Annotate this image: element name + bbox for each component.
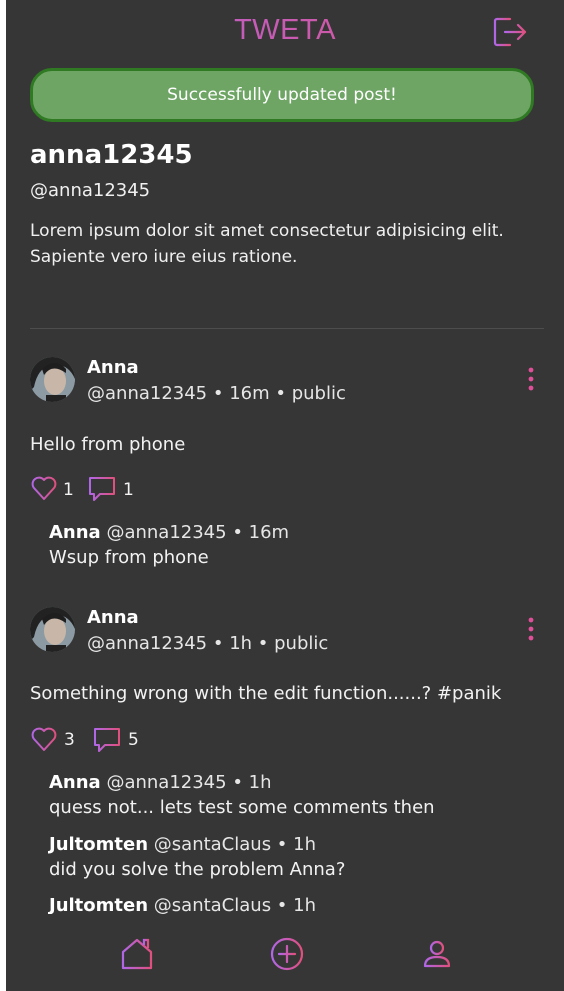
more-vertical-icon <box>528 617 534 641</box>
app-logo[interactable]: TWETA <box>6 14 564 47</box>
comment-meta: @anna12345 • 1h <box>106 772 272 793</box>
more-vertical-icon <box>528 367 534 391</box>
like-count: 1 <box>63 480 74 500</box>
avatar-image <box>30 357 75 402</box>
comment-button[interactable] <box>93 726 123 754</box>
avatar[interactable] <box>30 357 75 402</box>
comment-icon <box>89 477 115 501</box>
comment-text: Wsup from phone <box>49 547 209 568</box>
nav-home-button[interactable] <box>119 936 155 972</box>
post-menu-button[interactable] <box>522 365 540 395</box>
success-toast[interactable]: Successfully updated post! <box>30 68 534 122</box>
like-button[interactable] <box>30 474 58 502</box>
nav-profile-button[interactable] <box>419 936 455 972</box>
profile-username: anna12345 <box>30 140 193 170</box>
avatar-image <box>30 607 75 652</box>
profile-handle: @anna12345 <box>30 180 151 201</box>
like-button[interactable] <box>30 725 58 753</box>
comment-author[interactable]: Jultomten <box>49 834 148 855</box>
post-feed[interactable]: Anna @anna12345 • 16m • public Hello fro… <box>6 330 564 914</box>
post-meta: @anna12345 • 16m • public <box>87 383 346 404</box>
top-bar: TWETA <box>6 0 564 64</box>
post-text: Hello from phone <box>30 434 186 455</box>
avatar[interactable] <box>30 607 75 652</box>
app-screen: TWETA Successfully updated post! anna123… <box>6 0 564 991</box>
comment-author[interactable]: Jultomten <box>49 895 148 914</box>
profile-icon <box>423 940 451 968</box>
comment-meta: @santaClaus • 1h <box>153 895 316 914</box>
comment-meta: @santaClaus • 1h <box>153 834 316 855</box>
comment-item: Anna @anna12345 • 16m Wsup from phone <box>49 521 289 571</box>
bottom-nav <box>6 914 564 991</box>
add-post-icon <box>270 937 304 971</box>
nav-new-post-button[interactable] <box>269 936 305 972</box>
post-text: Something wrong with the edit function..… <box>30 683 502 704</box>
comment-author[interactable]: Anna <box>49 772 101 793</box>
like-count: 3 <box>64 730 75 750</box>
post-menu-button[interactable] <box>522 615 540 645</box>
post-author[interactable]: Anna <box>87 357 139 378</box>
comment-text: did you solve the problem Anna? <box>49 859 346 880</box>
comment-icon <box>94 728 120 752</box>
logout-button[interactable] <box>492 15 530 49</box>
comment-count: 5 <box>128 730 139 750</box>
comment-item: Anna @anna12345 • 1h quess not... lets t… <box>49 771 435 821</box>
comment-item: Jultomten @santaClaus • 1h <box>49 894 316 914</box>
profile-bio: Lorem ipsum dolor sit amet consectetur a… <box>30 221 504 267</box>
post-meta: @anna12345 • 1h • public <box>87 633 329 654</box>
comment-meta: @anna12345 • 16m <box>106 522 290 543</box>
heart-icon <box>31 476 57 500</box>
comment-button[interactable] <box>88 475 118 503</box>
post-author[interactable]: Anna <box>87 607 139 628</box>
logout-icon <box>493 17 527 47</box>
profile-divider <box>30 328 544 329</box>
comment-count: 1 <box>123 480 134 500</box>
comment-author[interactable]: Anna <box>49 522 101 543</box>
comment-text: quess not... lets test some comments the… <box>49 797 435 818</box>
heart-icon <box>31 727 57 751</box>
toast-message: Successfully updated post! <box>167 85 397 105</box>
comment-item: Jultomten @santaClaus • 1h did you solve… <box>49 833 345 883</box>
home-icon <box>121 938 153 970</box>
